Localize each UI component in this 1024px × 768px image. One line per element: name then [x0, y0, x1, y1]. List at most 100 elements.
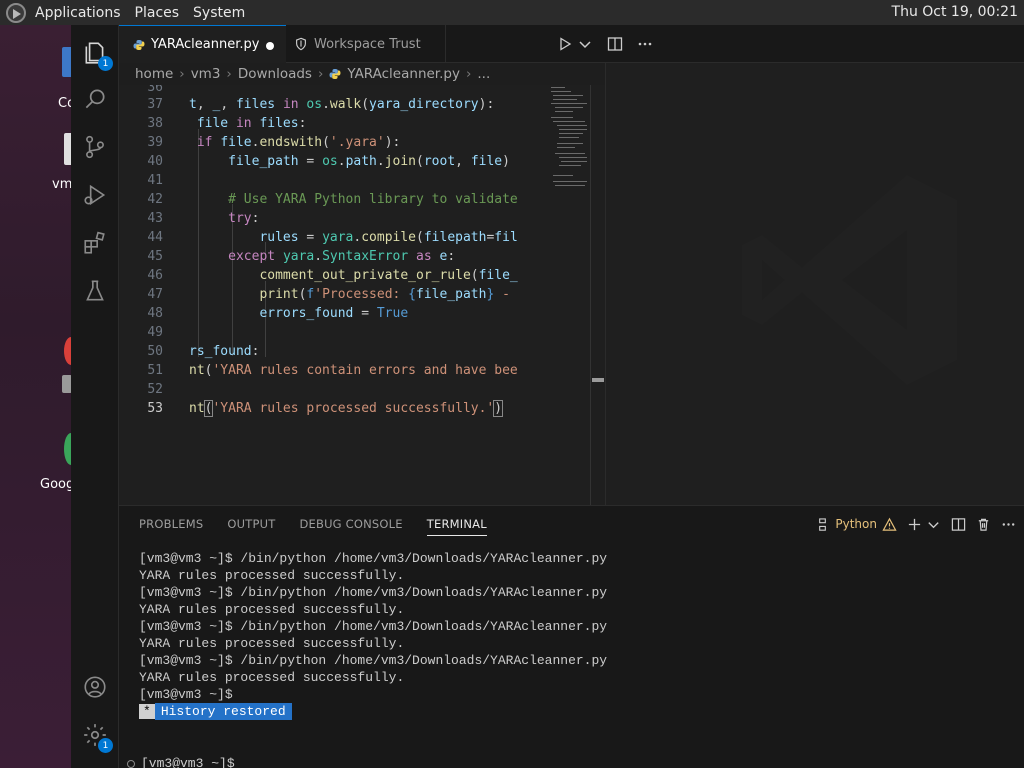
applications-menu[interactable]: Applications: [28, 5, 128, 21]
terminal[interactable]: [vm3@vm3 ~]$ /bin/python /home/vm3/Downl…: [139, 550, 999, 720]
tab-debug-console[interactable]: DEBUG CONSOLE: [299, 517, 402, 531]
code-text: rs_found:: [189, 344, 260, 359]
tab-yaracleanner[interactable]: YARAcleanner.py: [119, 25, 286, 63]
minimap-line: [561, 161, 587, 162]
chevron-right-icon: ›: [179, 66, 185, 82]
minimap-line: [559, 157, 587, 158]
breadcrumb-downloads[interactable]: Downloads: [238, 66, 312, 82]
source-control-button[interactable]: [71, 125, 119, 169]
line-number: 39: [147, 135, 163, 150]
run-debug-icon: [84, 184, 106, 206]
tab-output[interactable]: OUTPUT: [227, 517, 275, 531]
minimap-line: [551, 91, 571, 92]
code-line: 43 try:: [119, 209, 605, 228]
explorer-badge: 1: [98, 56, 113, 71]
tab-problems[interactable]: PROBLEMS: [139, 517, 203, 531]
extensions-icon: [84, 231, 105, 254]
top-panel: Applications Places System Thu Oct 19, 0…: [0, 0, 1024, 25]
terminal-line: [vm3@vm3 ~]$ /bin/python /home/vm3/Downl…: [139, 653, 608, 668]
scroll-position-marker[interactable]: [592, 378, 604, 382]
source-control-icon: [86, 135, 104, 159]
line-number: 45: [147, 249, 163, 264]
tab-workspace-trust-label: Workspace Trust: [314, 36, 421, 52]
code-text: print(f'Processed: {file_path} -: [259, 287, 510, 302]
code-text: errors_found = True: [259, 306, 409, 321]
search-button[interactable]: [71, 77, 119, 121]
command-decoration-icon[interactable]: [127, 759, 135, 768]
explorer-button[interactable]: 1: [71, 31, 119, 75]
tab-terminal[interactable]: TERMINAL: [426, 512, 487, 536]
minimap-line: [559, 165, 581, 166]
run-debug-button[interactable]: [71, 173, 119, 217]
code-text: rules = yara.compile(filepath=fil: [259, 230, 518, 245]
line-number: 46: [147, 268, 163, 283]
clock[interactable]: Thu Oct 19, 00:21: [892, 4, 1018, 20]
terminal-profile-python[interactable]: Python: [815, 517, 897, 532]
minimap-line: [557, 147, 575, 148]
code-line: 50 rs_found:: [119, 342, 605, 361]
manage-button[interactable]: 1: [71, 713, 119, 757]
code-line: 38 file in files:: [119, 114, 605, 133]
python-file-icon: [329, 69, 341, 79]
chevron-down-icon[interactable]: [926, 517, 941, 532]
places-menu[interactable]: Places: [128, 5, 187, 21]
chevron-right-icon: ›: [317, 66, 324, 82]
line-number: 38: [147, 116, 163, 131]
history-star: *: [139, 704, 155, 719]
run-icon[interactable]: [557, 36, 573, 52]
google-desktop-label[interactable]: Goog: [40, 477, 74, 492]
vscode-window: 1 1 YARAcleanner.py Workspace Trust home…: [71, 25, 1024, 768]
bottom-panel: PROBLEMS OUTPUT DEBUG CONSOLE TERMINAL P…: [119, 505, 1024, 768]
accounts-button[interactable]: [71, 665, 119, 709]
breadcrumb-vm3[interactable]: vm3: [191, 66, 221, 82]
terminal-line: [vm3@vm3 ~]$ /bin/python /home/vm3/Downl…: [139, 585, 608, 600]
more-actions-icon[interactable]: [637, 36, 653, 52]
vm-desktop-label[interactable]: vm: [52, 177, 72, 192]
panel-tabs: PROBLEMS OUTPUT DEBUG CONSOLE TERMINAL: [139, 506, 487, 542]
chevron-down-icon[interactable]: [577, 36, 593, 52]
line-number: 42: [147, 192, 163, 207]
chevron-right-icon: ›: [465, 66, 472, 82]
line-number: 49: [147, 325, 163, 340]
line-number: 47: [147, 287, 163, 302]
shield-icon: [296, 37, 306, 51]
terminal-line: [vm3@vm3 ~]$: [139, 687, 233, 702]
search-icon: [85, 89, 105, 109]
terminal-line: YARA rules processed successfully.: [139, 670, 405, 685]
breadcrumb: home › vm3 › Downloads › YARAcleanner.py…: [135, 63, 490, 85]
applications-logo-icon[interactable]: [6, 2, 26, 23]
minimap-line: [553, 175, 573, 176]
minimap-line: [555, 107, 583, 108]
code-line: 42 # Use YARA Python library to validate: [119, 190, 605, 209]
minimap-line: [555, 185, 585, 186]
settings-badge: 1: [98, 738, 113, 753]
code-line: 41: [119, 171, 605, 190]
code-text: t, _, files in os.walk(yara_directory):: [189, 97, 495, 112]
breadcrumb-home[interactable]: home: [135, 66, 173, 82]
system-menu[interactable]: System: [186, 5, 252, 21]
terminal-prompt-text: [vm3@vm3 ~]$: [141, 756, 235, 768]
more-actions-icon[interactable]: [1001, 517, 1016, 532]
trash-icon[interactable]: [976, 517, 991, 532]
terminal-current-prompt[interactable]: [vm3@vm3 ~]$: [127, 756, 235, 768]
minimap-line: [555, 111, 573, 112]
split-editor-icon[interactable]: [607, 36, 623, 52]
split-terminal-icon[interactable]: [951, 517, 966, 532]
tab-workspace-trust[interactable]: Workspace Trust: [286, 25, 446, 63]
line-number: 41: [147, 173, 163, 188]
minimap[interactable]: [547, 85, 605, 505]
editor-actions: [557, 25, 653, 63]
top-menu: Applications Places System: [0, 0, 252, 25]
code-editor[interactable]: 36 37 t, _, files in os.walk(yara_directo…: [119, 85, 605, 505]
line-number: 48: [147, 306, 163, 321]
code-line: 53 nt('YARA rules processed successfully.…: [119, 399, 605, 418]
testing-button[interactable]: [71, 269, 119, 313]
breadcrumb-more[interactable]: ...: [477, 66, 490, 82]
add-terminal-icon[interactable]: [907, 517, 922, 532]
code-line: 37 t, _, files in os.walk(yara_directory)…: [119, 95, 605, 114]
line-number: 52: [147, 382, 163, 397]
breadcrumb-file[interactable]: YARAcleanner.py: [347, 66, 460, 82]
unsaved-dot-icon[interactable]: [266, 42, 274, 50]
terminal-profile-label: Python: [835, 517, 877, 531]
extensions-button[interactable]: [71, 221, 119, 265]
